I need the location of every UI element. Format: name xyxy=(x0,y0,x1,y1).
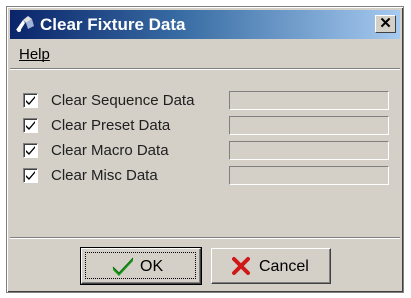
sequence-label: Clear Sequence Data xyxy=(51,92,195,109)
option-row-macro: Clear Macro Data xyxy=(7,140,405,162)
checkmark-icon xyxy=(26,96,35,105)
macro-progress xyxy=(229,141,389,160)
window-title: Clear Fixture Data xyxy=(40,15,186,34)
fixture-icon xyxy=(14,14,36,34)
sequence-checkbox[interactable] xyxy=(23,93,38,108)
macro-checkbox[interactable] xyxy=(23,143,38,158)
misc-label: Clear Misc Data xyxy=(51,167,158,184)
close-icon: ✕ xyxy=(379,15,392,32)
misc-progress xyxy=(229,166,389,185)
preset-checkbox[interactable] xyxy=(23,118,38,133)
clear-fixture-data-dialog: Clear Fixture Data ✕ Help Clear Sequence… xyxy=(6,6,404,293)
title-bar[interactable]: Clear Fixture Data ✕ xyxy=(10,10,400,39)
misc-checkbox[interactable] xyxy=(23,168,38,183)
sequence-progress xyxy=(229,91,389,110)
menu-help[interactable]: Help xyxy=(19,46,50,64)
checkmark-icon xyxy=(112,257,134,276)
option-row-sequence: Clear Sequence Data xyxy=(7,90,405,112)
menu-bar: Help xyxy=(10,42,400,69)
ok-label: OK xyxy=(140,258,164,275)
ok-button[interactable]: OK xyxy=(80,247,202,285)
option-row-preset: Clear Preset Data xyxy=(7,115,405,137)
checkmark-icon xyxy=(26,146,35,155)
checkmark-icon xyxy=(26,121,35,130)
cancel-button[interactable]: Cancel xyxy=(211,248,331,284)
checkmark-icon xyxy=(26,171,35,180)
preset-progress xyxy=(229,116,389,135)
option-row-misc: Clear Misc Data xyxy=(7,165,405,187)
macro-label: Clear Macro Data xyxy=(51,142,169,159)
cross-icon xyxy=(232,257,250,275)
preset-label: Clear Preset Data xyxy=(51,117,171,134)
cancel-label: Cancel xyxy=(259,258,309,275)
close-button[interactable]: ✕ xyxy=(375,15,396,33)
button-divider xyxy=(10,237,400,239)
